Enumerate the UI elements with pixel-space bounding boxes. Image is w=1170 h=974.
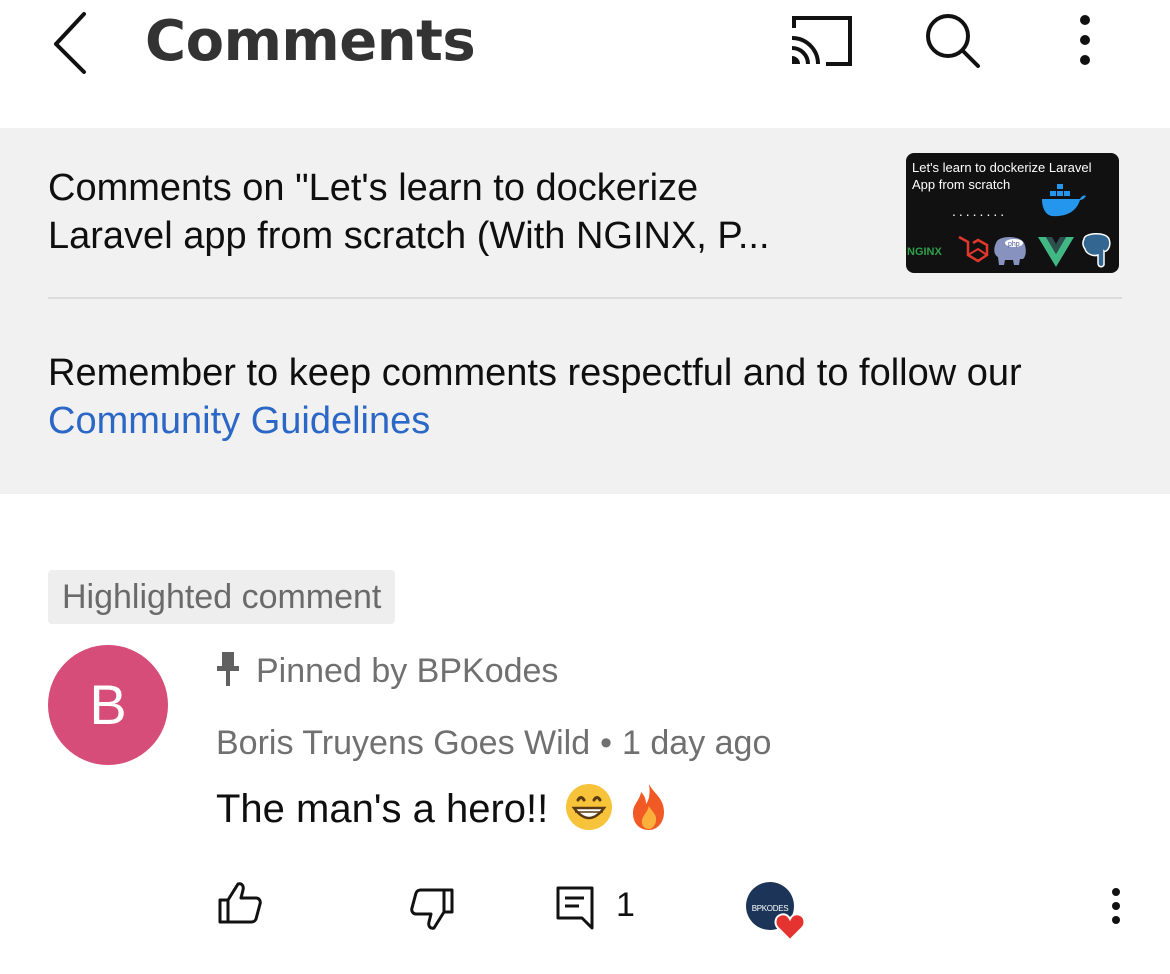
avatar[interactable]: B bbox=[48, 645, 168, 765]
svg-text:php: php bbox=[1008, 241, 1020, 248]
video-thumbnail[interactable]: Let's learn to dockerize Laravel App fro… bbox=[906, 153, 1119, 273]
video-title[interactable]: Comments on "Let's learn to dockerize La… bbox=[48, 164, 898, 260]
like-icon[interactable] bbox=[214, 878, 266, 930]
back-icon[interactable] bbox=[40, 6, 104, 78]
heart-icon bbox=[774, 913, 806, 942]
cast-icon[interactable] bbox=[782, 8, 858, 72]
comment-meta: Boris Truyens Goes Wild • 1 day ago bbox=[216, 720, 771, 766]
comment-timestamp: 1 day ago bbox=[622, 724, 772, 762]
pinned-label: Pinned by BPKodes bbox=[256, 652, 559, 690]
page-title: Comments bbox=[145, 9, 476, 74]
laravel-logo-icon bbox=[958, 235, 989, 263]
nginx-logo-text: NGINX bbox=[907, 246, 942, 258]
video-title-line: Laravel app from scratch (With NGINX, P.… bbox=[48, 215, 770, 257]
php-elephant-icon: php bbox=[994, 237, 1026, 265]
dislike-icon[interactable] bbox=[406, 882, 458, 934]
reply-icon[interactable] bbox=[552, 882, 598, 932]
comment-text: The man's a hero!! bbox=[216, 787, 549, 831]
pin-icon bbox=[214, 650, 242, 688]
comment-author[interactable]: Boris Truyens Goes Wild bbox=[216, 724, 590, 762]
docker-logo-icon bbox=[1042, 184, 1086, 217]
more-options-icon[interactable] bbox=[1062, 6, 1108, 74]
postgresql-logo-icon bbox=[1082, 233, 1111, 268]
divider bbox=[48, 297, 1122, 299]
comment-body: The man's a hero!! bbox=[216, 782, 674, 836]
fire-emoji-icon bbox=[633, 784, 665, 830]
grinning-face-emoji-icon bbox=[566, 784, 613, 830]
creator-heart[interactable]: BPKODES bbox=[746, 882, 808, 944]
reply-count[interactable]: 1 bbox=[616, 882, 635, 928]
meta-separator: • bbox=[600, 724, 613, 762]
thumbnail-dots: ........ bbox=[952, 203, 1008, 219]
search-icon[interactable] bbox=[914, 6, 990, 74]
highlighted-comment-badge: Highlighted comment bbox=[48, 570, 396, 624]
thumbnail-caption: Let's learn to dockerize Laravel App fro… bbox=[912, 160, 1092, 192]
community-guidelines-link[interactable]: Community Guidelines bbox=[48, 400, 430, 442]
comment-more-options-icon[interactable] bbox=[1096, 882, 1136, 932]
video-title-line: Comments on "Let's learn to dockerize bbox=[48, 167, 699, 209]
guidelines-text: Remember to keep comments respectful and… bbox=[48, 352, 1022, 394]
vue-logo-icon bbox=[1038, 237, 1074, 267]
guidelines-notice: Remember to keep comments respectful and… bbox=[48, 349, 1128, 445]
